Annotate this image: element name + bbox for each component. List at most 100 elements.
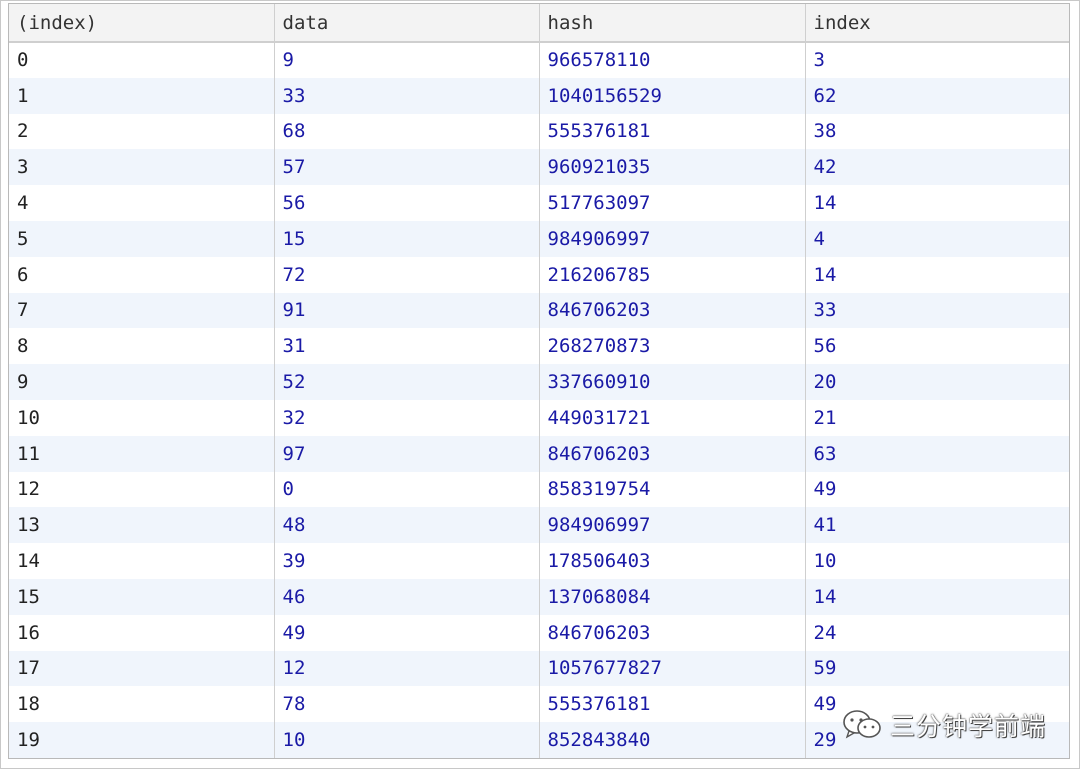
row-index-cell: 19: [9, 722, 275, 758]
table-row: 1 33 1040156529 62: [9, 77, 1069, 114]
row-index-cell: 15: [9, 578, 275, 615]
data-cell: 32: [274, 399, 540, 436]
data-cell: 39: [274, 543, 540, 579]
data-cell: 46: [274, 578, 540, 615]
hash-cell: 517763097: [539, 185, 806, 221]
row-index-cell: 16: [9, 614, 275, 651]
row-index-cell: 3: [9, 149, 275, 186]
row-index-cell: 13: [9, 507, 275, 544]
table-row: 4 56 517763097 14: [9, 185, 1069, 221]
table-row: 5 15 984906997 4: [9, 220, 1069, 257]
data-cell: 97: [274, 435, 540, 472]
row-index-cell: 14: [9, 543, 275, 579]
index-cell: 41: [805, 507, 1069, 544]
index-cell: 62: [805, 77, 1069, 114]
row-index-cell: 11: [9, 435, 275, 472]
index-cell: 49: [813, 478, 837, 501]
hash-cell: 966578110: [539, 42, 806, 78]
console-table: (index) data hash index 0 9 966578110 3 1 33 1…: [9, 4, 1069, 758]
console-table-panel: (index) data hash index 0 9 966578110 3 1 33 1…: [8, 3, 1070, 759]
column-header-index-key[interactable]: (index): [9, 4, 275, 43]
hash-cell: 137068084: [539, 578, 806, 615]
index-cell: 59: [805, 650, 1069, 687]
row-index-cell: 12: [9, 471, 275, 508]
table-body: 0 9 966578110 3 1 33 1040156529 62 2 68 555376181 3…: [9, 42, 1069, 758]
table-row: 13 48 984906997 41: [9, 507, 1069, 544]
index-cell: 33: [805, 292, 1069, 329]
data-cell: 31: [274, 328, 540, 365]
hash-cell: 846706203: [539, 435, 806, 472]
table-row: 0 9 966578110 3: [9, 42, 1069, 78]
index-cell: 20: [805, 364, 1069, 400]
row-index-cell: 17: [9, 650, 275, 687]
index-cell: 63: [805, 435, 1069, 472]
table-row: 19 10 852843840 29: [9, 722, 1069, 758]
hash-cell: 984906997: [539, 220, 806, 257]
data-cell: 48: [274, 507, 540, 544]
row-index-cell: 18: [9, 686, 275, 723]
table-row: 3 57 960921035 42: [9, 149, 1069, 186]
row-index-cell: 2: [9, 113, 275, 150]
hash-cell: 858319754: [539, 471, 806, 508]
index-cell: 42: [805, 149, 1069, 186]
hash-cell: 337660910: [539, 364, 806, 400]
hash-cell: 960921035: [539, 149, 806, 186]
data-cell: 68: [274, 113, 540, 150]
index-cell: 29: [805, 722, 1069, 758]
data-cell: 15: [274, 220, 540, 257]
row-index-cell: 7: [9, 292, 275, 329]
data-cell: 49: [274, 614, 540, 651]
table-row: 7 91 846706203 33: [9, 292, 1069, 329]
row-index-cell: 1: [9, 77, 275, 114]
row-index-cell: 0: [9, 42, 275, 78]
column-header-index[interactable]: index: [805, 4, 1069, 43]
table-row: 2 68 555376181 38: [9, 113, 1069, 150]
data-cell: 9: [274, 42, 540, 78]
hash-cell: 1040156529: [539, 77, 806, 114]
data-cell: 91: [274, 292, 540, 329]
data-cell: 52: [274, 364, 540, 400]
hash-cell: 555376181: [539, 686, 806, 723]
table-row: 6 72 216206785 14: [9, 256, 1069, 293]
index-cell: 21: [813, 406, 837, 429]
table-row: 15 46 137068084 14: [9, 578, 1069, 615]
data-cell: 33: [274, 77, 540, 114]
table-row: 16 49 846706203 24: [9, 614, 1069, 651]
index-cell: 56: [813, 335, 837, 358]
data-cell: 78: [274, 686, 540, 723]
index-cell: 38: [813, 120, 837, 143]
table-row: 8 31 268270873 56: [9, 328, 1069, 365]
hash-cell: 846706203: [539, 292, 806, 329]
index-cell: 24: [813, 621, 837, 644]
column-header-hash[interactable]: hash: [539, 4, 806, 43]
data-cell: 12: [274, 650, 540, 687]
column-header-data[interactable]: data: [274, 4, 540, 43]
data-cell: 10: [274, 722, 540, 758]
hash-cell: 449031721: [539, 399, 806, 436]
table-row: 9 52 337660910 20: [9, 364, 1069, 400]
hash-cell: 1057677827: [539, 650, 806, 687]
row-index-cell: 8: [9, 328, 275, 365]
table-header-row: (index) data hash index: [9, 4, 1069, 43]
hash-cell: 846706203: [539, 614, 806, 651]
hash-cell: 984906997: [539, 507, 806, 544]
table-row: 14 39 178506403 10: [9, 543, 1069, 579]
index-cell: 49: [813, 693, 837, 716]
table-row: 18 78 555376181 49: [9, 686, 1069, 723]
index-cell: 14: [813, 263, 837, 286]
table-row: 12 0 858319754 49: [9, 471, 1069, 508]
data-cell: 56: [274, 185, 540, 221]
index-cell: 14: [805, 578, 1069, 615]
row-index-cell: 5: [9, 220, 275, 257]
hash-cell: 555376181: [539, 113, 806, 150]
hash-cell: 178506403: [539, 543, 806, 579]
hash-cell: 268270873: [539, 328, 806, 365]
data-cell: 0: [274, 471, 540, 508]
row-index-cell: 6: [9, 256, 275, 293]
index-cell: 14: [813, 192, 837, 215]
data-cell: 72: [274, 256, 540, 293]
row-index-cell: 9: [9, 364, 275, 400]
hash-cell: 852843840: [539, 722, 806, 758]
hash-cell: 216206785: [539, 256, 806, 293]
index-cell: 3: [813, 49, 825, 72]
